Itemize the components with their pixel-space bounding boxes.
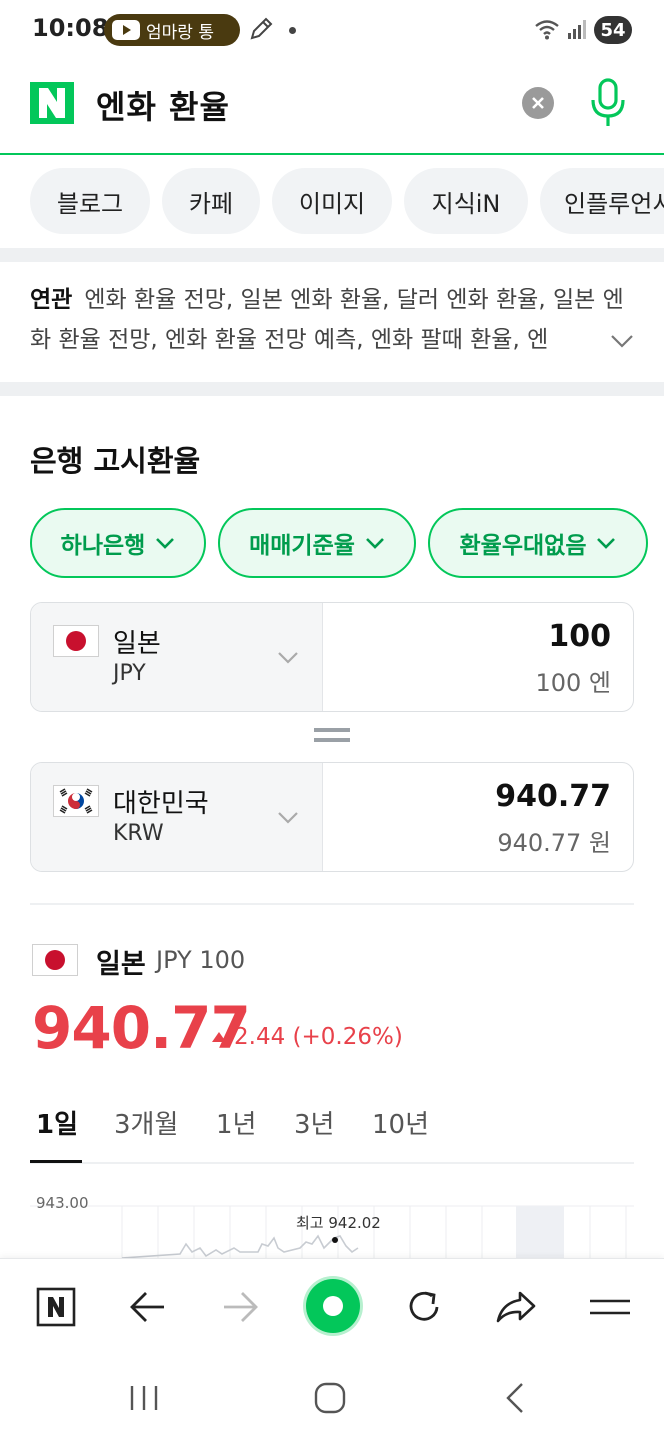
forward-icon[interactable] [212,1279,268,1335]
preferential-filter[interactable]: 환율우대없음 [428,508,648,578]
media-text: 엄마랑 통 [146,22,214,43]
chevron-down-icon [365,538,384,549]
rate-country: 일본 [96,949,146,980]
search-header: 엔화 환율 [0,60,664,155]
search-input[interactable]: 엔화 환율 [96,82,230,128]
clear-icon[interactable] [522,87,554,119]
recents-icon[interactable] [124,1378,164,1418]
pen-icon [250,17,273,40]
related-searches[interactable]: 연관 엔화 환율 전망, 일본 엔화 환율, 달러 엔화 환율, 일본 엔화 환율… [30,280,640,360]
chevron-down-icon [278,812,298,824]
notification-dot [289,27,296,34]
tab-1y[interactable]: 1년 [216,1104,256,1141]
arrow-up-icon [212,1032,226,1042]
equals-icon [314,728,350,746]
chevron-down-icon [597,538,616,549]
section-title: 은행 고시환율 [30,444,201,478]
naver-n-icon[interactable] [28,1279,84,1335]
tab-kin[interactable]: 지식iN [404,168,528,234]
chart-highlight-band [516,1206,564,1262]
tab-cafe[interactable]: 카페 [162,168,260,234]
from-currency-code: JPY [113,661,146,686]
back-icon[interactable] [120,1279,176,1335]
rate-change: 2.44 (+0.26%) [212,1024,403,1050]
section-divider [0,382,664,396]
rate-unit: JPY 100 [156,946,246,974]
chart-y-max-label: 943.00 [36,1194,89,1212]
section-divider [0,248,664,262]
bank-filter-label: 하나은행 [60,533,146,559]
search-tabs: 블로그 카페 이미지 지식iN 인플루언서 [0,168,664,234]
to-currency-name: 대한민국 [113,789,209,819]
share-icon[interactable] [488,1279,544,1335]
from-amount-input[interactable]: 100 [548,619,611,654]
active-tab-indicator [30,1160,82,1163]
rate-type-label: 매매기준율 [249,533,355,559]
rate-chart[interactable]: 943.00 최고 942.02 [30,1186,634,1262]
tab-3y[interactable]: 3년 [294,1104,334,1141]
tab-10y[interactable]: 10년 [372,1104,429,1141]
tab-influencer[interactable]: 인플루언서 [540,168,664,234]
chevron-down-icon [156,538,175,549]
chevron-down-icon[interactable] [610,333,634,349]
status-time: 10:08 [32,14,109,42]
korea-flag-icon [53,785,99,817]
japan-flag-icon [32,944,78,976]
to-currency-select[interactable]: 대한민국 KRW [31,763,323,871]
from-currency-select[interactable]: 일본 JPY [31,603,323,711]
to-amount-label: 940.77 원 [497,829,611,857]
youtube-icon [112,20,140,40]
chart-max-point [332,1237,338,1243]
status-bar: 10:08 엄마랑 통 54 [0,0,664,60]
android-nav-bar [0,1354,664,1440]
signal-icon [568,20,586,39]
related-keywords[interactable]: 엔화 환율 전망, 일본 엔화 환율, 달러 엔화 환율, 일본 엔화 환율 전… [30,287,624,353]
tab-blog[interactable]: 블로그 [30,168,150,234]
refresh-icon[interactable] [396,1279,452,1335]
chevron-down-icon [278,652,298,664]
from-currency-name: 일본 [113,629,161,659]
home-icon[interactable] [306,1279,360,1333]
from-amount-label: 100 엔 [535,669,611,697]
tab-1d[interactable]: 1일 [36,1104,78,1141]
to-currency-box: 대한민국 KRW 940.77 940.77 원 [30,762,634,872]
japan-flag-icon [53,625,99,657]
period-tabs: 1일 3개월 1년 3년 10년 [30,1100,634,1164]
rate-change-text: 2.44 (+0.26%) [234,1024,403,1050]
related-title: 연관 [30,287,73,313]
rate-type-filter[interactable]: 매매기준율 [218,508,416,578]
preferential-label: 환율우대없음 [459,533,587,559]
naver-logo[interactable] [30,82,74,124]
divider [30,903,634,905]
home-icon[interactable] [310,1378,350,1418]
battery-icon: 54 [594,16,632,44]
from-currency-box: 일본 JPY 100 100 엔 [30,602,634,712]
menu-icon[interactable] [582,1279,638,1335]
chart-max-annotation: 최고 942.02 [296,1214,381,1232]
wifi-icon [535,20,559,40]
media-chip[interactable]: 엄마랑 통 [104,14,240,46]
tab-image[interactable]: 이미지 [272,168,392,234]
mic-icon[interactable] [586,76,630,130]
battery-level: 54 [600,19,626,41]
tab-3m[interactable]: 3개월 [114,1104,178,1141]
to-amount-input[interactable]: 940.77 [495,779,611,814]
browser-toolbar [0,1258,664,1354]
bank-filter[interactable]: 하나은행 [30,508,206,578]
back-icon[interactable] [494,1378,534,1418]
to-currency-code: KRW [113,821,164,846]
chart-line [121,1234,359,1259]
